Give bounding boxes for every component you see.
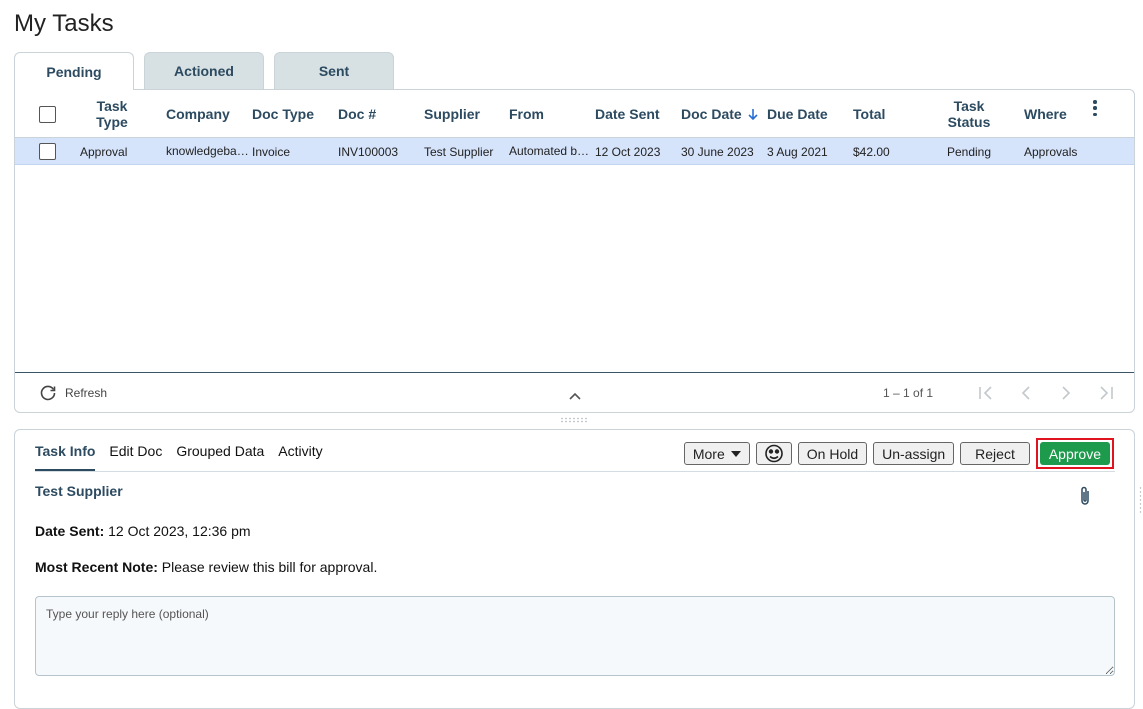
- tabs-divider: [35, 471, 1115, 472]
- kebab-menu-icon[interactable]: [1087, 98, 1103, 118]
- cell-company: knowledgeba…: [166, 138, 248, 165]
- recent-note-label: Most Recent Note:: [35, 559, 158, 575]
- cell-total: $42.00: [853, 144, 890, 159]
- refresh-label: Refresh: [65, 386, 108, 400]
- tab-edit-doc[interactable]: Edit Doc: [109, 430, 162, 472]
- approve-highlight: Approve: [1035, 438, 1114, 469]
- col-supplier[interactable]: Supplier: [424, 90, 480, 138]
- tab-actioned[interactable]: Actioned: [144, 52, 264, 89]
- reassign-user-button[interactable]: [755, 442, 792, 465]
- cell-company-text: knowledgeba…: [166, 144, 248, 158]
- col-doc-no[interactable]: Doc #: [338, 90, 376, 138]
- first-page-icon[interactable]: [977, 384, 995, 402]
- col-total[interactable]: Total: [853, 90, 885, 138]
- date-sent-value: 12 Oct 2023, 12:36 pm: [108, 523, 251, 539]
- col-doc-date: Doc Date: [681, 106, 742, 122]
- task-detail-panel: Task Info Edit Doc Grouped Data Activity…: [14, 429, 1135, 709]
- refresh-button[interactable]: Refresh: [39, 384, 107, 402]
- tab-task-info[interactable]: Task Info: [35, 430, 96, 472]
- sort-arrow-down-icon: [748, 109, 758, 120]
- next-page-icon[interactable]: [1057, 384, 1075, 402]
- tab-activity[interactable]: Activity: [278, 430, 322, 472]
- recent-note-line: Most Recent Note: Please review this bil…: [35, 559, 377, 575]
- tasks-grid: Task Type Company Doc Type Doc # Supplie…: [14, 89, 1135, 413]
- page-title: My Tasks: [14, 10, 114, 37]
- side-resize-handle-icon[interactable]: [1139, 486, 1142, 516]
- cell-due-date: 3 Aug 2021: [767, 144, 828, 159]
- cell-doc-type: Invoice: [252, 144, 291, 159]
- reply-textarea[interactable]: [35, 596, 1115, 676]
- cell-doc-no: INV100003: [338, 144, 399, 159]
- row-select-cell: [39, 138, 56, 165]
- col-from[interactable]: From: [509, 90, 544, 138]
- supplier-name: Test Supplier: [35, 483, 123, 499]
- reject-button[interactable]: Reject: [960, 442, 1030, 465]
- grid-header: Task Type Company Doc Type Doc # Supplie…: [15, 90, 1134, 138]
- cell-where: Approvals: [1024, 144, 1078, 159]
- caret-down-icon: [730, 450, 741, 457]
- tab-sent[interactable]: Sent: [274, 52, 394, 89]
- col-where[interactable]: Where: [1024, 90, 1067, 138]
- detail-tabs: Task Info Edit Doc Grouped Data Activity: [35, 430, 337, 472]
- col-date-sent[interactable]: Date Sent: [595, 90, 660, 138]
- cell-supplier: Test Supplier: [424, 144, 494, 159]
- approve-button[interactable]: Approve: [1039, 442, 1110, 465]
- col-doc-date-header[interactable]: Doc Date: [681, 90, 758, 138]
- col-task-status[interactable]: Task Status: [937, 90, 1001, 138]
- col-company[interactable]: Company: [166, 90, 230, 138]
- recent-note-value: Please review this bill for approval.: [161, 559, 378, 575]
- date-sent-line: Date Sent: 12 Oct 2023, 12:36 pm: [35, 523, 251, 539]
- user-face-icon: [764, 444, 783, 463]
- more-dropdown[interactable]: More: [683, 442, 750, 465]
- cell-doc-date: 30 June 2023: [681, 144, 754, 159]
- select-all-checkbox[interactable]: [39, 105, 56, 123]
- date-sent-label: Date Sent:: [35, 523, 105, 539]
- chevron-up-icon[interactable]: [567, 390, 583, 402]
- paperclip-icon[interactable]: [1078, 485, 1092, 507]
- col-doc-type[interactable]: Doc Type: [252, 90, 314, 138]
- table-row[interactable]: Approval knowledgeba… Invoice INV100003 …: [15, 138, 1134, 165]
- unassign-button[interactable]: Un-assign: [873, 442, 955, 465]
- cell-task-type: Approval: [80, 144, 128, 159]
- cell-from-text: Automated b…: [509, 144, 590, 158]
- cell-date-sent: 12 Oct 2023: [595, 144, 661, 159]
- tab-grouped-data[interactable]: Grouped Data: [176, 430, 264, 472]
- cell-task-status: Pending: [946, 144, 992, 159]
- on-hold-button[interactable]: On Hold: [797, 442, 868, 465]
- last-page-icon[interactable]: [1097, 384, 1115, 402]
- drag-handle-icon[interactable]: [560, 417, 590, 423]
- cell-from: Automated b…: [509, 138, 591, 165]
- task-tabs: Pending Actioned Sent: [14, 52, 404, 90]
- refresh-icon: [40, 385, 56, 401]
- prev-page-icon[interactable]: [1017, 384, 1035, 402]
- action-toolbar: More On Hold Un-assign Reject Approve: [678, 438, 1114, 469]
- col-due-date[interactable]: Due Date: [767, 90, 828, 138]
- tab-pending[interactable]: Pending: [14, 52, 134, 90]
- row-checkbox[interactable]: [39, 143, 56, 160]
- page-range: 1 – 1 of 1: [883, 386, 934, 400]
- more-label: More: [692, 445, 725, 462]
- select-all-cell: [39, 90, 56, 138]
- col-task-type[interactable]: Task Type: [85, 90, 139, 138]
